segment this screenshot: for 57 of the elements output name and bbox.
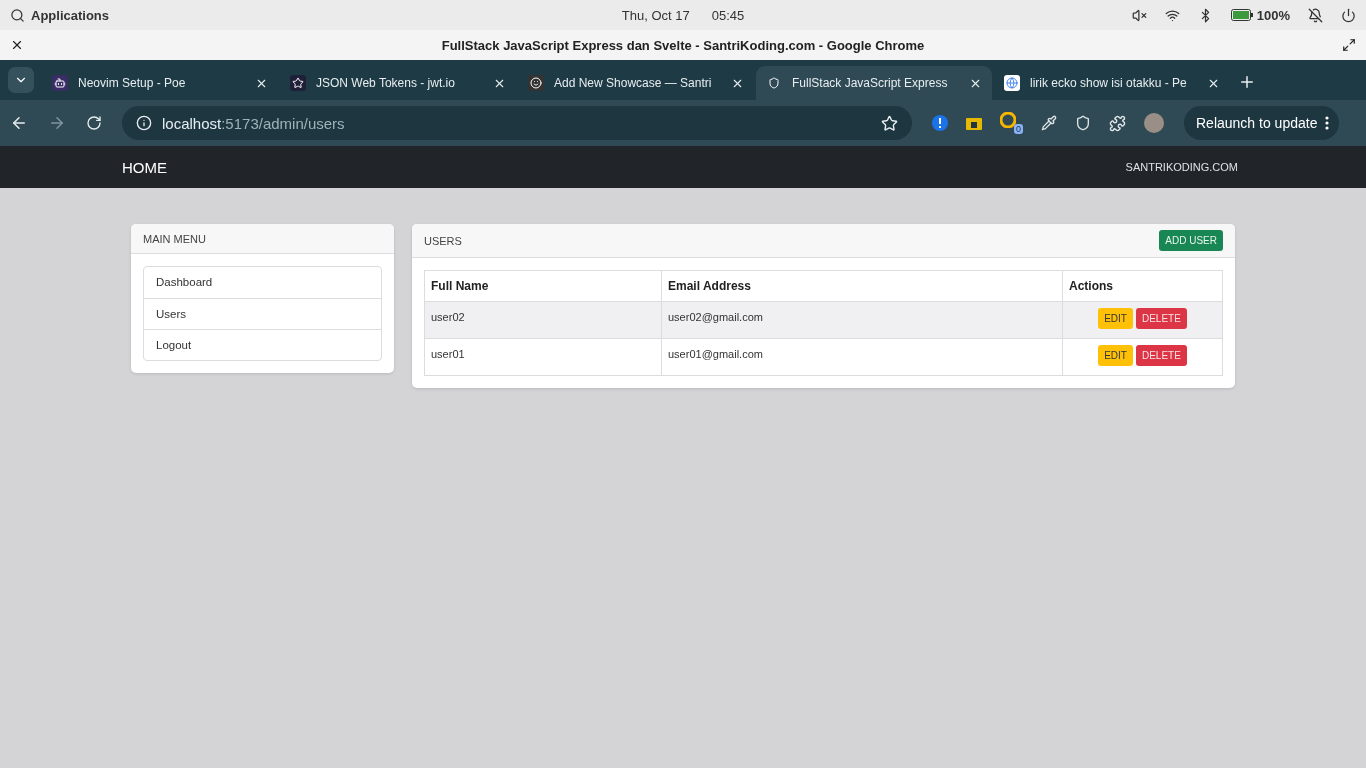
window-title: FullStack JavaScript Express dan Svelte - SantriKoding.com - Google Chrome	[441, 37, 925, 53]
date-text: Thu, Oct 17	[621, 7, 690, 23]
site-link[interactable]: SANTRIKODING.COM	[1125, 161, 1238, 173]
eyedropper-icon[interactable]	[1041, 115, 1057, 131]
maximize-icon[interactable]	[1342, 38, 1356, 52]
browser-tab[interactable]: Add New Showcase — Santri	[518, 66, 754, 100]
shield-icon	[766, 75, 782, 91]
card-title: MAIN MENU	[143, 232, 206, 245]
menu-item[interactable]: Dashboard	[144, 267, 381, 298]
close-icon[interactable]	[10, 38, 24, 52]
star-icon	[290, 75, 306, 91]
delete-button[interactable]: DELETE	[1135, 308, 1187, 329]
extension-info-icon[interactable]	[932, 115, 948, 131]
muted-speaker-icon[interactable]	[1131, 7, 1147, 23]
edit-button[interactable]: EDIT	[1098, 345, 1133, 366]
shield-icon[interactable]	[1075, 115, 1091, 131]
tab-search-button[interactable]	[8, 67, 34, 93]
power-icon[interactable]	[1341, 7, 1356, 23]
bookmark-star-icon[interactable]	[881, 114, 898, 132]
browser-tab[interactable]: lirik ecko show isi otakku - Pe	[994, 66, 1230, 100]
card-title: USERS	[424, 234, 462, 247]
battery-percentage: 100%	[1256, 7, 1290, 23]
home-link[interactable]: HOME	[122, 158, 167, 176]
bell-off-icon[interactable]	[1308, 7, 1323, 23]
globe-icon	[1004, 75, 1020, 91]
column-header: Full Name	[424, 270, 662, 302]
browser-tab[interactable]: FullStack JavaScript Express	[756, 66, 992, 100]
applications-menu[interactable]: Applications	[31, 7, 109, 23]
menu-item[interactable]: Logout	[144, 329, 381, 360]
table-cell: user02@gmail.com	[661, 301, 1063, 339]
column-header: Email Address	[661, 270, 1063, 302]
new-tab-button[interactable]	[1238, 73, 1256, 91]
browser-tab[interactable]: Neovim Setup - Poe	[42, 66, 278, 100]
battery-icon[interactable]	[1230, 9, 1253, 21]
wifi-icon[interactable]	[1164, 7, 1180, 23]
browser-tab[interactable]: JSON Web Tokens - jwt.io	[280, 66, 516, 100]
profile-avatar[interactable]	[1144, 113, 1164, 133]
column-header: Actions	[1062, 270, 1223, 302]
extensions-icon[interactable]	[1109, 114, 1126, 132]
menu-item[interactable]: Users	[144, 298, 381, 329]
robot-icon	[52, 75, 68, 91]
reload-button[interactable]	[86, 115, 102, 131]
search-icon[interactable]	[10, 7, 25, 23]
table-cell: user01	[424, 338, 662, 376]
back-button[interactable]	[10, 114, 28, 132]
relaunch-button[interactable]: Relaunch to update	[1184, 106, 1340, 140]
folder-extension-icon[interactable]	[966, 116, 982, 130]
address-bar[interactable]: localhost:5173/admin/users	[122, 106, 912, 140]
clock-text: 05:45	[711, 7, 745, 23]
info-icon[interactable]	[136, 115, 152, 131]
edit-button[interactable]: EDIT	[1098, 308, 1133, 329]
add-user-button[interactable]: ADD USER	[1159, 230, 1223, 251]
table-cell: user02	[424, 301, 662, 339]
smiley-icon	[528, 75, 544, 91]
delete-button[interactable]: DELETE	[1135, 345, 1187, 366]
table-cell: user01@gmail.com	[661, 338, 1063, 376]
more-icon	[1325, 116, 1330, 130]
